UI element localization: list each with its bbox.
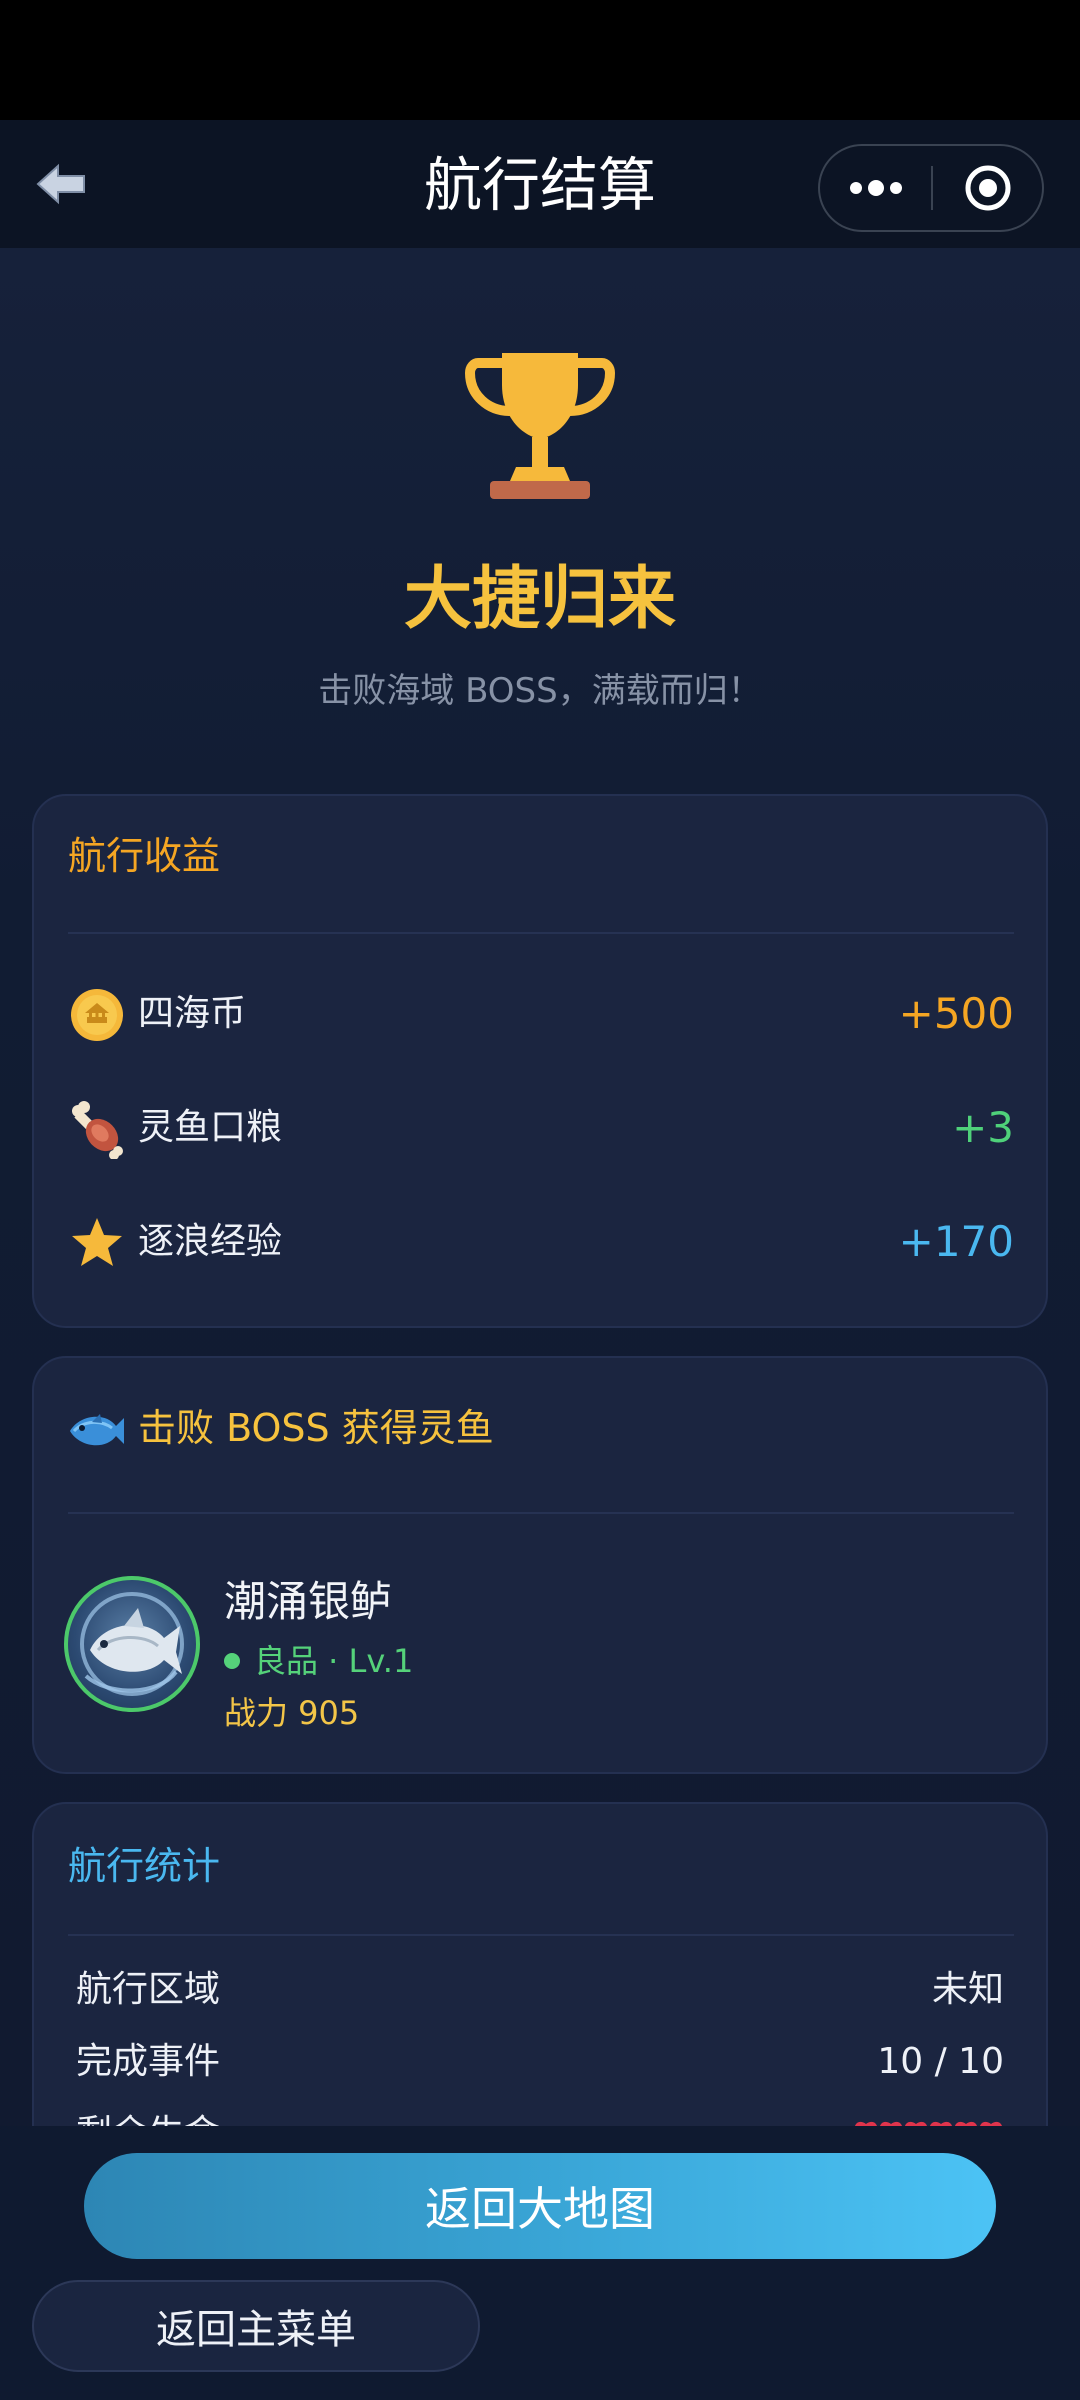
boss-reward-card: 击败 BOSS 获得灵鱼 潮涌银鲈 良品 · Lv.1 战力 905 <box>32 1356 1048 1774</box>
stat-value-area: 未知 <box>931 1969 1004 2010</box>
result-subtitle: 击败海域 BOSS，满载而归！ <box>318 671 762 711</box>
card-divider <box>68 932 1014 934</box>
star-icon <box>68 1214 126 1272</box>
reward-label-coins: 四海币 <box>138 993 247 1034</box>
target-close-icon <box>965 165 1010 211</box>
fish-grade-level: 良品 · Lv.1 <box>254 1642 414 1680</box>
fish-avatar[interactable] <box>64 1576 200 1712</box>
status-bar <box>0 0 1080 120</box>
fish-power: 战力 905 <box>224 1694 360 1732</box>
stat-label-events: 完成事件 <box>76 2041 221 2082</box>
boss-reward-title: 击败 BOSS 获得灵鱼 <box>138 1406 494 1450</box>
fish-icon <box>66 1408 126 1454</box>
reward-value-exp: +170 <box>898 1217 1014 1266</box>
more-button[interactable] <box>820 146 932 230</box>
return-map-button[interactable]: 返回大地图 <box>84 2153 996 2259</box>
fish-grade: 良品 · Lv.1 <box>224 1638 413 1684</box>
stat-label-area: 航行区域 <box>76 1969 221 2010</box>
card-divider <box>68 1934 1014 1936</box>
coin-icon <box>68 986 126 1044</box>
return-menu-button[interactable]: 返回主菜单 <box>32 2280 480 2372</box>
more-dots-icon <box>850 180 902 196</box>
close-button[interactable] <box>933 146 1042 230</box>
reward-label-food: 灵鱼口粮 <box>138 1107 283 1148</box>
trophy-icon <box>464 353 616 499</box>
silver-perch-image <box>80 1592 184 1696</box>
fish-name: 潮涌银鲈 <box>224 1577 393 1626</box>
mini-program-capsule <box>818 144 1044 232</box>
reward-value-coins: +500 <box>898 989 1014 1038</box>
reward-value-food: +3 <box>952 1103 1014 1152</box>
rewards-title: 航行收益 <box>68 834 221 878</box>
reward-label-exp: 逐浪经验 <box>138 1221 283 1262</box>
grade-dot-icon <box>224 1653 240 1669</box>
result-title: 大捷归来 <box>403 560 676 639</box>
meat-icon <box>68 1101 126 1159</box>
stats-title: 航行统计 <box>68 1844 221 1888</box>
card-divider <box>68 1512 1014 1514</box>
stat-value-events: 10 / 10 <box>877 2041 1004 2082</box>
rewards-card: 航行收益 四海币 +500 灵鱼口粮 +3 逐浪经验 +170 <box>32 794 1048 1328</box>
